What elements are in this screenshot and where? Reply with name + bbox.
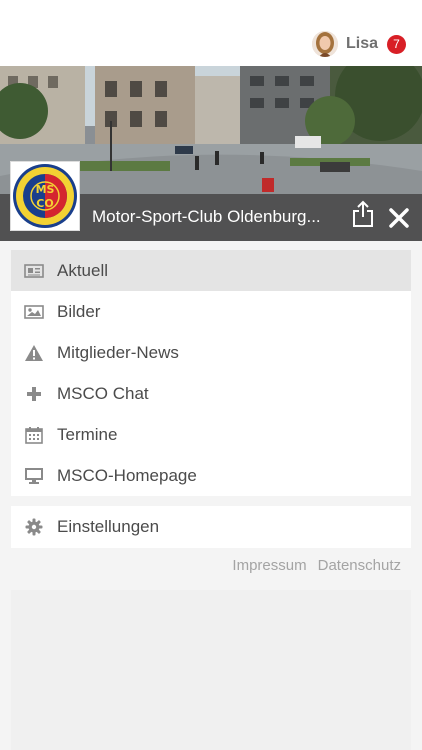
menu-item-label: MSCO-Homepage — [57, 465, 197, 485]
footer-links: Impressum Datenschutz — [221, 557, 401, 574]
menu-item-label: Mitglieder-News — [57, 342, 179, 362]
plus-icon — [24, 384, 44, 404]
top-bar: Lisa 7 — [0, 0, 422, 66]
menu-item-label: MSCO Chat — [57, 383, 149, 403]
newspaper-icon — [24, 261, 44, 281]
menu-item-termine[interactable]: Termine — [11, 414, 411, 455]
calendar-icon — [24, 425, 44, 445]
club-header-image: MS CO Motor-Sport-Club Oldenburg... — [0, 66, 422, 241]
logo-letters-ms: MS — [36, 183, 55, 196]
share-icon — [353, 200, 373, 227]
menu-item-label: Termine — [57, 424, 118, 444]
menu-item-mitglieder-news[interactable]: Mitglieder-News — [11, 332, 411, 373]
menu-item-msco-chat[interactable]: MSCO Chat — [11, 373, 411, 414]
logo-letters-co: CO — [36, 197, 53, 210]
user-profile[interactable]: Lisa 7 — [311, 30, 406, 58]
menu-item-aktuell[interactable]: Aktuell — [11, 250, 411, 291]
club-logo: MS CO — [10, 161, 80, 231]
datenschutz-link[interactable]: Datenschutz — [318, 557, 401, 574]
menu-item-msco-homepage[interactable]: MSCO-Homepage — [11, 455, 411, 496]
image-icon — [24, 302, 44, 322]
share-button[interactable] — [351, 200, 375, 228]
settings-menu: Einstellungen — [11, 506, 411, 548]
menu-item-label: Aktuell — [57, 260, 109, 280]
close-icon — [389, 208, 409, 228]
club-title: Motor-Sport-Club Oldenburg... — [92, 207, 321, 226]
monitor-icon — [24, 466, 44, 486]
menu-item-label: Bilder — [57, 301, 101, 321]
menu-item-bilder[interactable]: Bilder — [11, 291, 411, 332]
warning-icon — [24, 343, 44, 363]
gear-icon — [24, 517, 44, 537]
close-button[interactable] — [387, 206, 411, 230]
menu-item-label: Einstellungen — [57, 517, 160, 536]
avatar[interactable] — [311, 31, 338, 57]
menu-item-einstellungen[interactable]: Einstellungen — [11, 506, 411, 548]
empty-content-area — [11, 590, 411, 750]
impressum-link[interactable]: Impressum — [232, 557, 306, 574]
main-menu: Aktuell Bilder Mitglieder-News MSCO Chat… — [11, 250, 411, 496]
user-name[interactable]: Lisa — [346, 35, 378, 53]
notification-badge[interactable]: 7 — [387, 34, 406, 54]
